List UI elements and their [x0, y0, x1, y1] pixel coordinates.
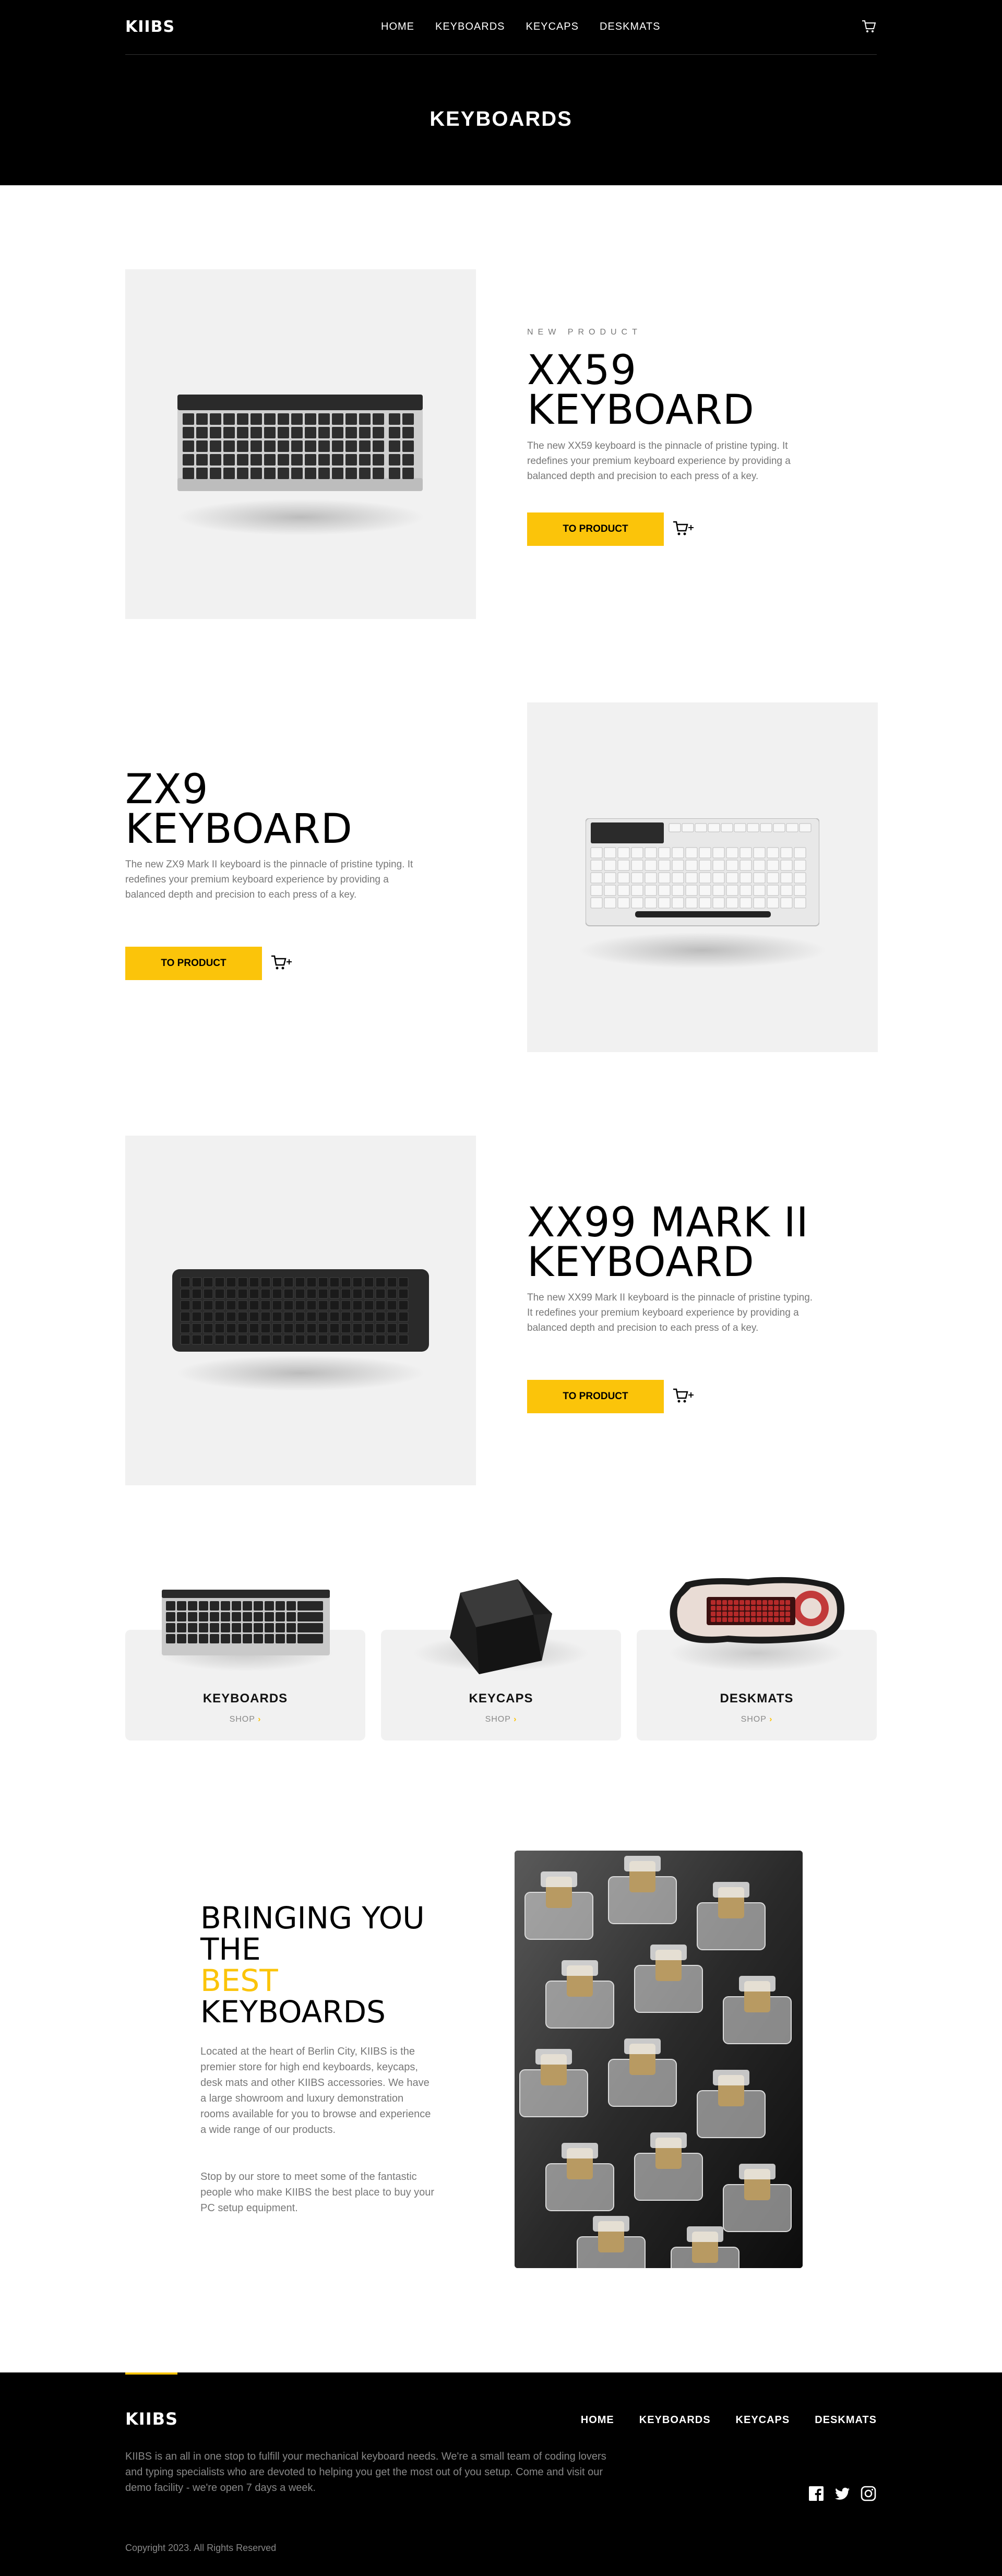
category-title: KEYBOARDS	[202, 1691, 288, 1706]
about-title: BRINGING YOU THE BEST KEYBOARDS	[200, 1902, 425, 2028]
product-title-line1: ZX9	[125, 766, 209, 813]
to-product-button[interactable]: TO PRODUCT	[125, 947, 262, 980]
product-title-line2: KEYBOARD	[527, 387, 755, 434]
copyright: Copyright 2023. All Rights Reserved	[125, 2543, 277, 2553]
footer-accent-bar	[125, 2372, 177, 2375]
footer-logo[interactable]: KIIBS	[125, 2409, 178, 2429]
product-description: The new XX99 Mark II keyboard is the pin…	[527, 1292, 813, 1333]
header: KIIBS HOME KEYBOARDS KEYCAPS DESKMATS KE…	[0, 0, 1002, 185]
shop-link[interactable]: SHOP ›	[637, 1715, 877, 1724]
product-title-line1: XX99 MARK II	[527, 1199, 809, 1246]
product-title-line2: KEYBOARD	[125, 806, 353, 853]
add-to-cart-icon[interactable]	[672, 520, 696, 538]
keyboard-white-image	[586, 818, 819, 926]
keyboard-thumbnail	[162, 1590, 330, 1655]
to-product-button[interactable]: TO PRODUCT	[527, 512, 664, 546]
instagram-icon[interactable]	[860, 2485, 877, 2502]
product-title-line2: KEYBOARD	[527, 1239, 755, 1286]
shop-label: SHOP	[229, 1715, 255, 1724]
product-title: ZX9 KEYBOARD	[125, 766, 353, 853]
nav-links: HOME KEYBOARDS KEYCAPS DESKMATS	[381, 21, 661, 33]
product-title: XX59 KEYBOARD	[527, 347, 755, 434]
product-image-xx59[interactable]	[125, 269, 476, 619]
twitter-icon[interactable]	[834, 2485, 851, 2502]
facebook-icon[interactable]	[808, 2485, 825, 2502]
social-links	[808, 2485, 877, 2502]
top-nav: KIIBS HOME KEYBOARDS KEYCAPS DESKMATS	[125, 0, 877, 55]
category-title: DESKMATS	[720, 1691, 794, 1706]
about-paragraph-2: Stop by our store to meet some of the fa…	[200, 2171, 435, 2214]
footer-link-deskmats[interactable]: DESKMATS	[815, 2414, 877, 2426]
footer-links: HOME KEYBOARDS KEYCAPS DESKMATS	[581, 2414, 877, 2426]
chevron-right-icon: ›	[258, 1715, 261, 1724]
deskmat-thumbnail	[670, 1577, 845, 1644]
product-title: XX99 MARK II KEYBOARD	[527, 1199, 809, 1286]
footer-link-keyboards[interactable]: KEYBOARDS	[639, 2414, 711, 2426]
keycap-thumbnail	[450, 1579, 552, 1674]
product-image-zx9[interactable]	[527, 702, 878, 1052]
footer: KIIBS HOME KEYBOARDS KEYCAPS DESKMATS KI…	[0, 2372, 1002, 2576]
footer-description: KIIBS is an all in one stop to fulfill y…	[125, 2451, 606, 2494]
product-description: The new ZX9 Mark II keyboard is the pinn…	[125, 859, 413, 900]
category-title: KEYCAPS	[469, 1691, 533, 1706]
shop-link[interactable]: SHOP ›	[381, 1715, 621, 1724]
shop-label: SHOP	[485, 1715, 511, 1724]
keyboard-tkl-image	[177, 395, 423, 491]
chevron-right-icon: ›	[514, 1715, 517, 1724]
page-title: KEYBOARDS	[430, 108, 572, 130]
footer-link-keycaps[interactable]: KEYCAPS	[736, 2414, 790, 2426]
about-title-line2: THE	[200, 1931, 261, 1967]
about-paragraph-1: Located at the heart of Berlin City, KII…	[200, 2046, 431, 2136]
product-title-line1: XX59	[527, 347, 637, 394]
switches-photo	[515, 1851, 803, 2268]
footer-link-home[interactable]: HOME	[581, 2414, 614, 2426]
about-title-highlight: BEST	[200, 1963, 278, 1998]
about-title-line1: BRINGING YOU	[200, 1900, 425, 1936]
add-to-cart-icon[interactable]	[270, 954, 294, 972]
shop-link[interactable]: SHOP ›	[125, 1715, 365, 1724]
keyboard-dark-image	[172, 1269, 429, 1352]
nav-link-deskmats[interactable]: DESKMATS	[600, 21, 661, 33]
product-description: The new XX59 keyboard is the pinnacle of…	[527, 440, 791, 482]
shop-label: SHOP	[741, 1715, 767, 1724]
chevron-right-icon: ›	[769, 1715, 773, 1724]
nav-link-home[interactable]: HOME	[381, 21, 414, 33]
product-image-xx99-mark-ii[interactable]	[125, 1136, 476, 1485]
cart-icon[interactable]	[861, 19, 877, 34]
to-product-button[interactable]: TO PRODUCT	[527, 1380, 664, 1413]
logo[interactable]: KIIBS	[125, 18, 175, 36]
about-title-line4: KEYBOARDS	[200, 1994, 386, 2030]
add-to-cart-icon[interactable]	[672, 1387, 696, 1405]
nav-link-keyboards[interactable]: KEYBOARDS	[435, 21, 505, 33]
product-eyebrow: NEW PRODUCT	[527, 328, 642, 337]
nav-link-keycaps[interactable]: KEYCAPS	[526, 21, 578, 33]
